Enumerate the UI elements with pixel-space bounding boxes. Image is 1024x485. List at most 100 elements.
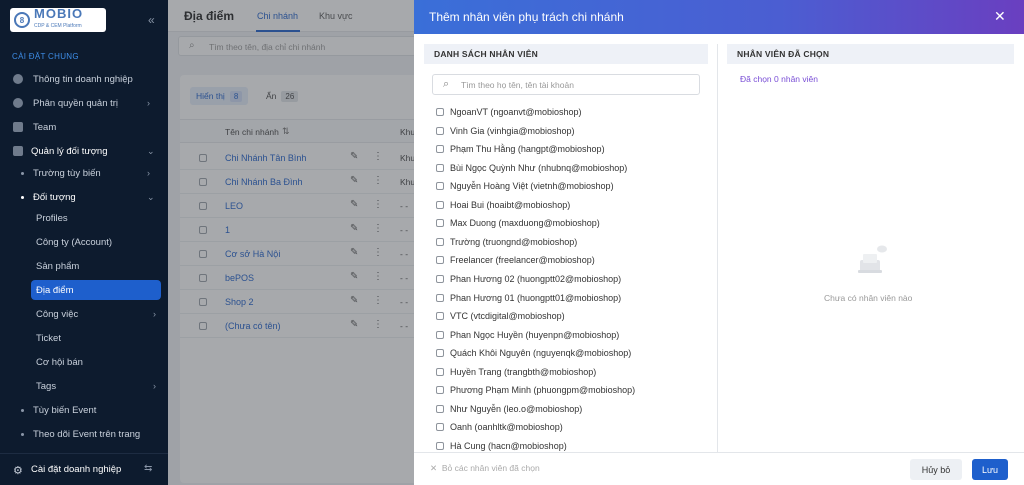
staff-list-item[interactable]: Hoai Bui (hoaibt@mobioshop)	[436, 196, 570, 214]
sidebar-item-label: Công ty (Account)	[36, 236, 113, 248]
sidebar-item-tasks[interactable]: Công việc ›	[0, 304, 168, 324]
staff-name: Max Duong (maxduong@mobioshop)	[450, 218, 600, 229]
sidebar-item-permissions[interactable]: Phân quyền quản trị ›	[0, 93, 168, 113]
gear-icon: ⚙	[13, 465, 23, 477]
staff-search-input[interactable]: ⌕ Tìm theo họ tên, tên tài khoản	[432, 74, 700, 95]
bullet-dot	[21, 432, 24, 436]
staff-list-item[interactable]: Phạm Thu Hằng (hangpt@mobioshop)	[436, 140, 605, 158]
staff-list-item[interactable]: Freelancer (freelancer@mobioshop)	[436, 251, 595, 269]
staff-checkbox[interactable]	[436, 404, 444, 413]
close-icon[interactable]: ✕	[994, 8, 1006, 25]
staff-checkbox[interactable]	[436, 367, 444, 376]
staff-checkbox[interactable]	[436, 423, 444, 432]
staff-checkbox[interactable]	[436, 293, 444, 302]
staff-list-item[interactable]: Bùi Ngọc Quỳnh Như (nhubnq@mobioshop)	[436, 159, 627, 177]
staff-name: Huyền Trang (trangbth@mobioshop)	[450, 366, 597, 377]
bullet-dot	[21, 171, 24, 175]
sidebar-item-objects[interactable]: Đối tượng ⌄	[0, 187, 168, 207]
sidebar-item-label: Tùy biến Event	[33, 404, 97, 416]
sidebar-item-label: Địa điểm	[36, 284, 74, 296]
staff-checkbox[interactable]	[436, 182, 444, 191]
database-icon	[13, 146, 23, 156]
staff-name: Phương Phạm Minh (phuongpm@mobioshop)	[450, 385, 636, 396]
mobio-logo[interactable]: 8 MOBIO CDP & CEM Platform	[10, 6, 106, 32]
staff-list-item[interactable]: Phan Ngọc Huyền (huyenpn@mobioshop)	[436, 326, 619, 344]
sidebar-item-label: Theo dõi Event trên trang	[33, 428, 141, 440]
panel-divider	[717, 44, 718, 452]
sidebar-item-locations[interactable]: Địa điểm	[31, 280, 161, 300]
staff-name: Như Nguyễn (leo.o@mobioshop)	[450, 403, 583, 414]
staff-checkbox[interactable]	[436, 349, 444, 358]
clear-selected-button[interactable]: ✕ Bỏ các nhân viên đã chọn	[430, 463, 540, 474]
staff-checkbox[interactable]	[436, 200, 444, 209]
staff-checkbox[interactable]	[436, 256, 444, 265]
user-shield-icon	[13, 98, 23, 108]
staff-list-item[interactable]: Huyền Trang (trangbth@mobioshop)	[436, 363, 596, 381]
staff-checkbox[interactable]	[436, 312, 444, 321]
sidebar-item-company-info[interactable]: Thông tin doanh nghiệp	[0, 69, 168, 89]
close-icon: ✕	[430, 463, 438, 473]
staff-name: Phạm Thu Hằng (hangpt@mobioshop)	[450, 144, 605, 155]
staff-checkbox[interactable]	[436, 386, 444, 395]
logo-text: MOBIO	[34, 6, 84, 21]
sidebar-item-ticket[interactable]: Ticket	[0, 328, 168, 348]
modal-footer: ✕ Bỏ các nhân viên đã chọn Hủy bỏ Lưu	[414, 452, 1024, 485]
save-button[interactable]: Lưu	[972, 459, 1008, 480]
add-staff-modal: Thêm nhân viên phụ trách chi nhánh ✕ DAN…	[414, 0, 1024, 485]
sidebar-item-custom-fields[interactable]: Trường tùy biến ›	[0, 163, 168, 183]
sidebar-item-profiles[interactable]: Profiles	[0, 208, 168, 228]
sidebar-item-team[interactable]: Team	[0, 117, 168, 137]
staff-list-item[interactable]: Trường (truongnd@mobioshop)	[436, 233, 577, 251]
sidebar-item-products[interactable]: Sản phẩm	[0, 256, 168, 276]
bullet-dot	[21, 408, 24, 412]
sidebar-item-tags[interactable]: Tags ›	[0, 376, 168, 396]
staff-checkbox[interactable]	[436, 163, 444, 172]
bullet-dot	[21, 195, 24, 199]
staff-checkbox[interactable]	[436, 126, 444, 135]
cancel-button[interactable]: Hủy bỏ	[910, 459, 962, 480]
staff-list-item[interactable]: Như Nguyễn (leo.o@mobioshop)	[436, 400, 582, 418]
staff-list-item[interactable]: VTC (vtcdigital@mobioshop)	[436, 307, 565, 325]
staff-checkbox[interactable]	[436, 274, 444, 283]
sidebar-item-track-event[interactable]: Theo dõi Event trên trang	[0, 424, 168, 444]
staff-checkbox[interactable]	[436, 219, 444, 228]
staff-name: Vinh Gia (vinhgia@mobioshop)	[450, 125, 575, 136]
staff-name: Freelancer (freelancer@mobioshop)	[450, 255, 595, 266]
sidebar-item-object-management[interactable]: Quản lý đối tượng ⌄	[0, 141, 168, 161]
staff-list-item[interactable]: Vinh Gia (vinhgia@mobioshop)	[436, 122, 575, 140]
staff-checkbox[interactable]	[436, 108, 444, 116]
staff-checkbox[interactable]	[436, 237, 444, 246]
sidebar-item-custom-event[interactable]: Tùy biến Event	[0, 400, 168, 420]
sidebar-item-label: Phân quyền quản trị	[33, 97, 119, 109]
chevron-right-icon: ›	[153, 381, 156, 391]
staff-list-item[interactable]: Phan Hương 01 (huongptt01@mobioshop)	[436, 289, 621, 307]
sidebar-item-deals[interactable]: Cơ hội bán	[0, 352, 168, 372]
logo-subtext: CDP & CEM Platform	[34, 23, 82, 29]
staff-name: VTC (vtcdigital@mobioshop)	[450, 311, 565, 322]
staff-list-item[interactable]: Nguyễn Hoàng Việt (vietnh@mobioshop)	[436, 177, 614, 195]
logo-mark-icon: 8	[14, 12, 30, 28]
staff-name: Phan Hương 01 (huongptt01@mobioshop)	[450, 292, 622, 303]
staff-list-item[interactable]: Oanh (oanhltk@mobioshop)	[436, 418, 563, 436]
staff-list-item[interactable]: Max Duong (maxduong@mobioshop)	[436, 214, 600, 232]
sidebar-item-account[interactable]: Công ty (Account)	[0, 232, 168, 252]
staff-checkbox[interactable]	[436, 330, 444, 339]
staff-list-item[interactable]: Quách Khôi Nguyên (nguyenqk@mobioshop)	[436, 344, 631, 362]
sidebar-item-label: Quản lý đối tượng	[31, 145, 108, 157]
staff-name: Hà Cung (hacn@mobioshop)	[450, 440, 567, 451]
staff-list-item[interactable]: NgoanVT (ngoanvt@mobioshop)	[436, 103, 582, 121]
selected-staff-header: NHÂN VIÊN ĐÃ CHỌN	[727, 44, 1014, 64]
staff-checkbox[interactable]	[436, 145, 444, 154]
empty-state-text: Chưa có nhân viên nào	[824, 293, 913, 303]
staff-name: Phan Ngọc Huyền (huyenpn@mobioshop)	[450, 329, 620, 340]
staff-name: NgoanVT (ngoanvt@mobioshop)	[450, 107, 582, 117]
staff-checkbox[interactable]	[436, 441, 444, 450]
modal-header: Thêm nhân viên phụ trách chi nhánh ✕	[414, 0, 1024, 34]
sidebar-bottom-settings[interactable]: ⚙ Cài đặt doanh nghiệp ⇆	[0, 453, 168, 485]
staff-list-item[interactable]: Phan Hương 02 (huongptt02@mobioshop)	[436, 270, 621, 288]
swap-icon[interactable]: ⇆	[144, 463, 152, 474]
staff-name: Nguyễn Hoàng Việt (vietnh@mobioshop)	[450, 181, 614, 192]
staff-list-item[interactable]: Phương Phạm Minh (phuongpm@mobioshop)	[436, 381, 635, 399]
collapse-sidebar-icon[interactable]: «	[148, 13, 155, 27]
sidebar-item-label: Profiles	[36, 212, 68, 224]
